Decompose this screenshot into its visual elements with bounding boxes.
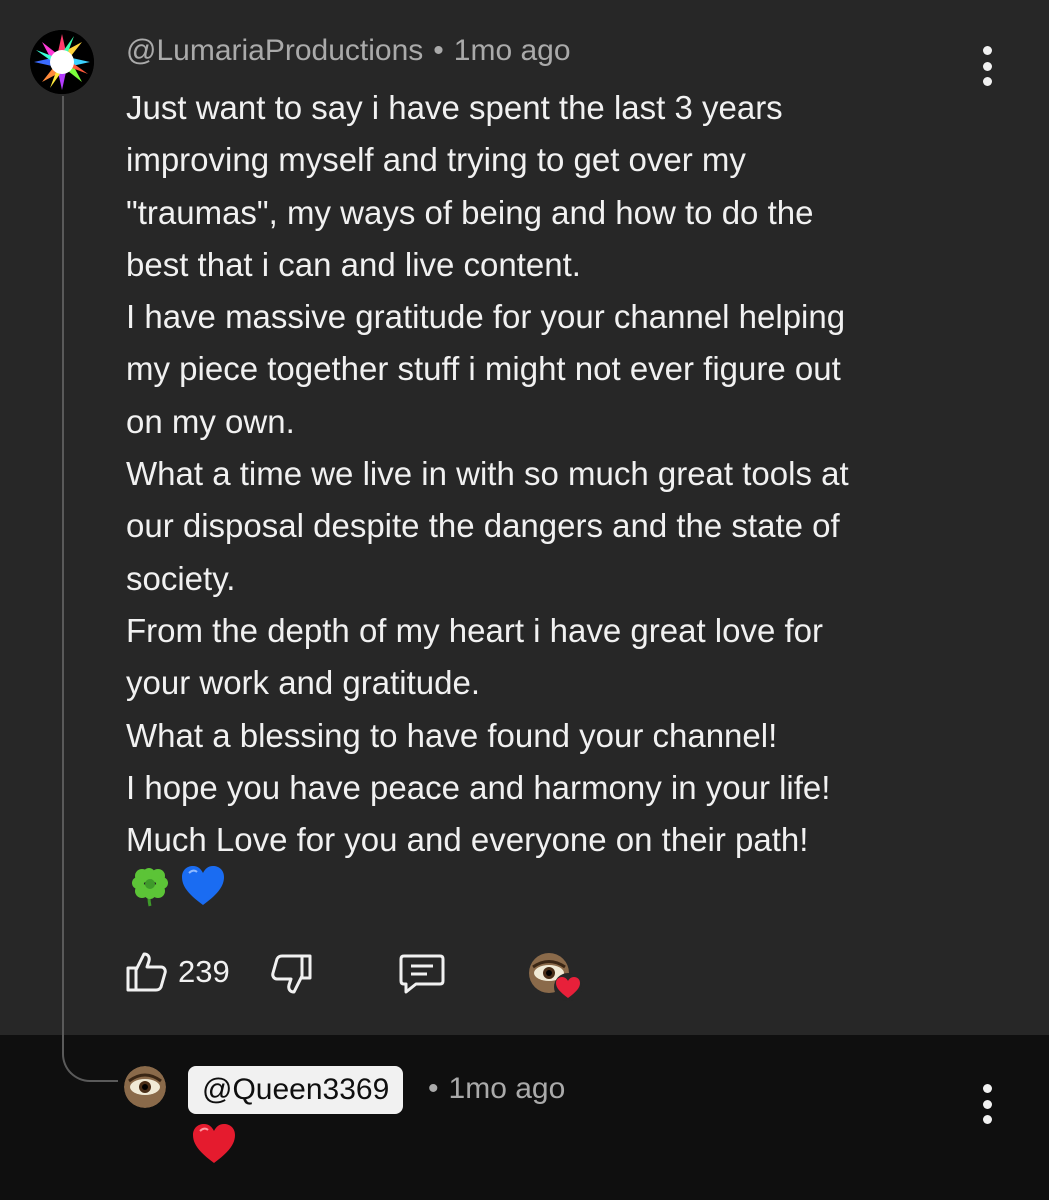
- comment-line: I hope you have peace and harmony in you…: [126, 768, 831, 806]
- reply-comment-icon: [399, 954, 445, 994]
- comment-line: my piece together stuff i might not ever…: [126, 350, 841, 388]
- comment-line: best that i can and live content.: [126, 245, 581, 283]
- dislike-button[interactable]: [270, 952, 314, 1003]
- comment-meta: @LumariaProductions • 1mo ago: [126, 34, 571, 68]
- red-heart-icon: [554, 973, 582, 1001]
- reply-section: [0, 1035, 1049, 1200]
- comment-line: society.: [126, 559, 236, 597]
- comment-line: From the depth of my heart i have great …: [126, 611, 824, 649]
- more-vertical-icon[interactable]: [975, 1084, 999, 1124]
- meta-separator: •: [433, 34, 444, 67]
- four-leaf-clover-icon: [132, 868, 168, 907]
- comment-line: our disposal despite the dangers and the…: [126, 507, 840, 545]
- comment-line: your work and gratitude.: [126, 664, 481, 702]
- thread-line: [62, 96, 64, 1040]
- comment-body: Just want to say i have spent the last 3…: [126, 82, 1026, 866]
- reply-avatar[interactable]: [124, 1066, 166, 1108]
- comment-line: Just want to say i have spent the last 3…: [126, 89, 783, 126]
- thumbs-down-icon: [271, 954, 312, 994]
- like-button[interactable]: 239: [124, 948, 230, 999]
- blue-heart-icon: [182, 866, 224, 905]
- reply-meta: • 1mo ago: [428, 1072, 565, 1106]
- reply-author-chip[interactable]: @Queen3369: [188, 1066, 404, 1114]
- thumbs-up-icon: [126, 952, 167, 992]
- comment-line: improving myself and trying to get over …: [126, 141, 746, 179]
- comment-line: I have massive gratitude for your channe…: [126, 298, 846, 336]
- reply-body: [191, 1122, 237, 1171]
- comment-author[interactable]: @LumariaProductions: [126, 34, 423, 67]
- comment-line: on my own.: [126, 402, 295, 440]
- comment-line: "traumas", my ways of being and how to d…: [126, 193, 814, 231]
- like-count: 239: [178, 954, 230, 989]
- creator-heart-badge: [526, 950, 586, 1009]
- red-heart-icon: [193, 1124, 235, 1163]
- meta-separator: •: [428, 1072, 439, 1105]
- creator-avatar-icon: [529, 953, 582, 1001]
- reply-timestamp[interactable]: 1mo ago: [449, 1072, 566, 1105]
- comment-line: What a blessing to have found your chann…: [126, 716, 778, 754]
- reply-button[interactable]: [398, 952, 446, 1001]
- comment-line: What a time we live in with so much grea…: [126, 455, 849, 493]
- comment-emoji-row: [128, 864, 226, 910]
- comment-line: Much Love for you and everyone on their …: [126, 821, 809, 859]
- commenter-avatar[interactable]: [30, 30, 94, 94]
- more-vertical-icon[interactable]: [975, 46, 999, 86]
- thread-connector: [62, 1030, 118, 1082]
- comment-timestamp[interactable]: 1mo ago: [454, 34, 571, 67]
